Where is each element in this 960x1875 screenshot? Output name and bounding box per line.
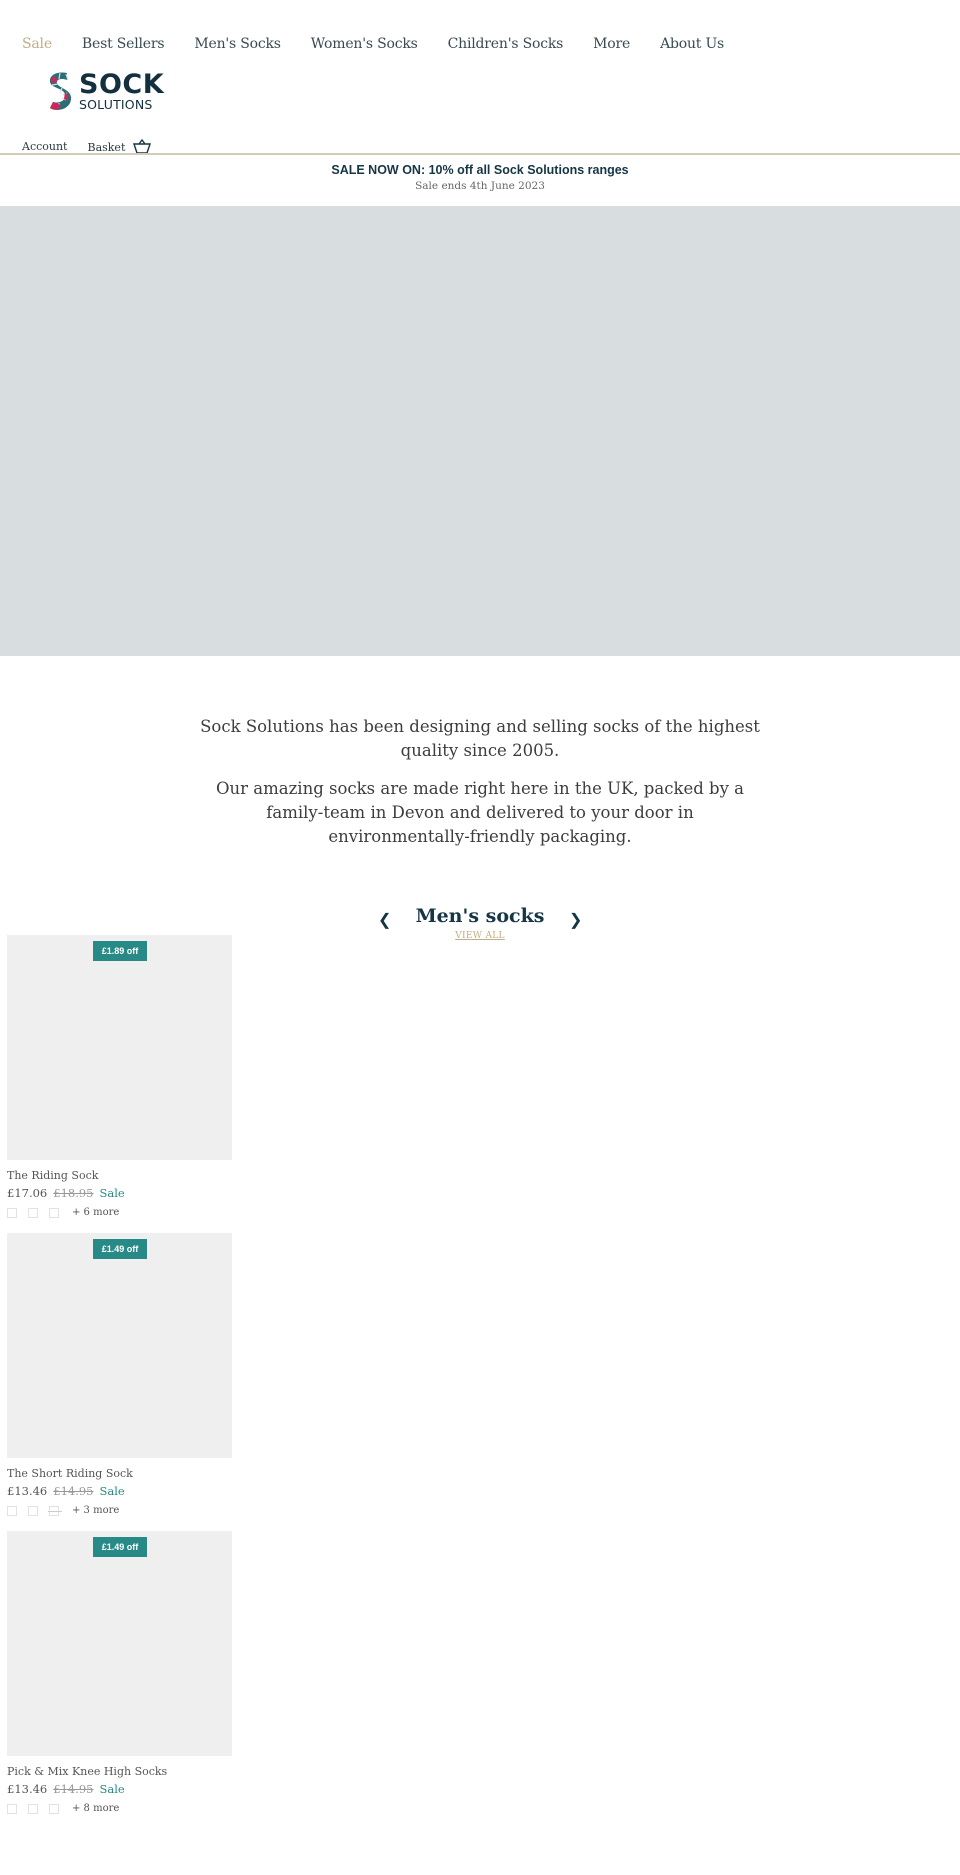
section-title: Men's socks [415,905,545,927]
nav-item-mens-socks[interactable]: Men's Socks [194,36,281,52]
color-swatch[interactable] [28,1803,38,1814]
color-swatch[interactable] [28,1207,38,1218]
site-logo[interactable]: SOCK SOLUTIONS [45,70,164,112]
product-card[interactable]: £1.49 off The Short Riding Sock £13.46 £1… [7,1233,232,1516]
price-row: £13.46 £14.95 Sale [7,1484,232,1498]
nav-item-sale[interactable]: Sale [22,36,52,52]
account-link[interactable]: Account [22,140,67,153]
color-swatch[interactable] [7,1207,17,1218]
product-name[interactable]: The Riding Sock [7,1169,232,1182]
swatch-list: + 8 more [7,1803,232,1814]
color-swatch-unavailable[interactable] [48,1505,62,1516]
announcement-subline: Sale ends 4th June 2023 [415,180,545,192]
nav-item-more[interactable]: More [593,36,630,52]
more-swatches-link[interactable]: + 3 more [72,1505,119,1516]
nav-item-womens-socks[interactable]: Women's Socks [311,36,418,52]
nav-item-best-sellers[interactable]: Best Sellers [82,36,165,52]
price-row: £13.46 £14.95 Sale [7,1782,232,1796]
color-swatch[interactable] [7,1505,17,1516]
sale-label: Sale [99,1186,125,1200]
product-name[interactable]: Pick & Mix Knee High Socks [7,1765,232,1778]
discount-badge: £1.49 off [93,1239,147,1259]
product-image[interactable]: £1.89 off [7,935,232,1160]
sale-label: Sale [99,1782,125,1796]
color-swatch[interactable] [7,1803,17,1814]
chevron-right-icon[interactable]: ❯ [569,910,582,929]
discount-badge: £1.49 off [93,1537,147,1557]
basket-label: Basket [87,140,126,154]
main-nav: Sale Best Sellers Men's Socks Women's So… [22,36,754,52]
brand-wordmark: SOCK SOLUTIONS [79,71,164,112]
more-swatches-link[interactable]: + 8 more [72,1803,119,1814]
brand-line-1: SOCK [79,68,165,100]
product-card[interactable]: £1.49 off Pick & Mix Knee High Socks £13… [7,1531,232,1814]
intro-paragraph-2: Our amazing socks are made right here in… [216,779,744,846]
brand-line-2: SOLUTIONS [79,96,153,112]
color-swatch[interactable] [28,1505,38,1516]
product-card[interactable]: £1.89 off The Riding Sock £17.06 £18.95 Sa… [7,935,232,1218]
chevron-left-icon[interactable]: ❮ [378,910,391,929]
hero-banner [0,206,960,656]
swatch-list: + 3 more [7,1505,232,1516]
current-price: £13.46 [7,1782,48,1796]
intro-text: Sock Solutions has been designing and se… [200,715,760,863]
header-divider [0,153,960,155]
announcement-headline: SALE NOW ON: 10% off all Sock Solutions … [331,163,629,177]
price-row: £17.06 £18.95 Sale [7,1186,232,1200]
current-price: £13.46 [7,1484,48,1498]
sock-logo-icon [49,72,72,110]
intro-paragraph-1: Sock Solutions has been designing and se… [200,717,760,760]
original-price: £18.95 [53,1186,94,1200]
original-price: £14.95 [53,1782,94,1796]
product-image[interactable]: £1.49 off [7,1233,232,1458]
product-name[interactable]: The Short Riding Sock [7,1467,232,1480]
color-swatch[interactable] [49,1207,59,1218]
current-price: £17.06 [7,1186,48,1200]
color-swatch[interactable] [49,1803,59,1814]
nav-item-about-us[interactable]: About Us [660,36,724,52]
more-swatches-link[interactable]: + 6 more [72,1207,119,1218]
sale-label: Sale [99,1484,125,1498]
product-image[interactable]: £1.49 off [7,1531,232,1756]
sale-announcement: SALE NOW ON: 10% off all Sock Solutions … [0,163,960,192]
swatch-list: + 6 more [7,1207,232,1218]
discount-badge: £1.89 off [93,941,147,961]
nav-item-childrens-socks[interactable]: Children's Socks [448,36,564,52]
original-price: £14.95 [53,1484,94,1498]
